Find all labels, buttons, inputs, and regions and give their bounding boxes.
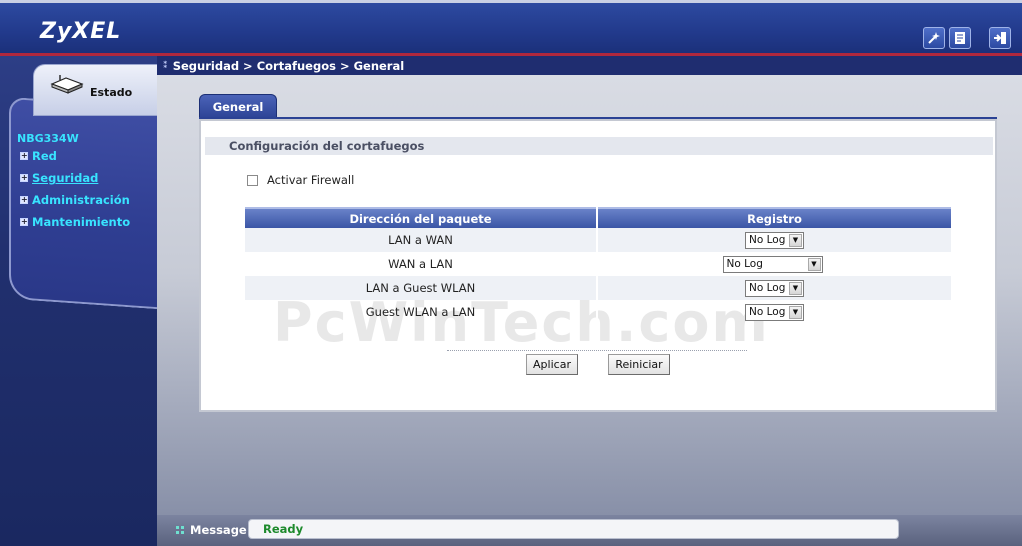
log-select-value: No Log (726, 258, 763, 270)
direction-cell: LAN a Guest WLAN (245, 276, 598, 300)
direction-cell: LAN a WAN (245, 228, 598, 252)
status-bar: Message Ready (157, 515, 1022, 546)
section-title: Configuración del cortafuegos (205, 137, 993, 155)
log-select[interactable]: No Log ▼ (722, 255, 823, 273)
activate-firewall-label[interactable]: Activar Firewall (267, 173, 354, 187)
expand-icon[interactable]: + (20, 152, 28, 160)
reset-button[interactable]: Reiniciar (608, 354, 670, 375)
log-select-value: No Log (749, 282, 786, 294)
sidebar-item-red[interactable]: + Red (20, 149, 57, 163)
table-row: WAN a LAN No Log ▼ (245, 252, 951, 276)
log-select[interactable]: No Log ▼ (745, 231, 804, 249)
table-row: LAN a WAN No Log ▼ (245, 228, 951, 252)
tab-general[interactable]: General (199, 94, 277, 119)
notes-icon[interactable] (949, 27, 971, 49)
sidebar-item-label: Administración (32, 193, 130, 207)
estado-label[interactable]: Estado (90, 86, 132, 99)
expand-icon[interactable]: + (20, 174, 28, 182)
dropdown-arrow-icon[interactable]: ▼ (807, 257, 821, 271)
sidebar-item-mantenimiento[interactable]: + Mantenimiento (20, 215, 130, 229)
sidebar-item-administracion[interactable]: + Administración (20, 193, 130, 207)
breadcrumb-bullet-icon: ⁑ (163, 60, 168, 71)
wizard-icon[interactable] (923, 27, 945, 49)
main-content: General Configuración del cortafuegos Ac… (157, 75, 1022, 515)
dropdown-arrow-icon[interactable]: ▼ (789, 281, 802, 295)
log-select[interactable]: No Log ▼ (745, 279, 804, 297)
top-banner: ZyXEL (0, 0, 1022, 56)
table-row: LAN a Guest WLAN No Log ▼ (245, 276, 951, 300)
dropdown-arrow-icon[interactable]: ▼ (789, 233, 802, 247)
router-icon (50, 74, 84, 99)
sidebar: Estado NBG334W + Red + Seguridad + Admin… (0, 56, 157, 546)
log-cell: No Log ▼ (597, 252, 951, 276)
status-label: Message (190, 523, 247, 537)
apply-button[interactable]: Aplicar (526, 354, 578, 375)
expand-icon[interactable]: + (20, 196, 28, 204)
log-select-value: No Log (749, 234, 786, 246)
breadcrumb-text: Seguridad > Cortafuegos > General (172, 58, 405, 73)
activate-firewall-row[interactable]: Activar Firewall (247, 173, 354, 187)
logout-icon[interactable] (989, 27, 1011, 49)
dropdown-arrow-icon[interactable]: ▼ (789, 305, 802, 319)
firewall-panel: Configuración del cortafuegos Activar Fi… (199, 119, 997, 412)
breadcrumb: ⁑ Seguridad > Cortafuegos > General (157, 56, 1022, 75)
status-grip-icon (176, 525, 185, 538)
status-message: Ready (248, 519, 899, 539)
activate-firewall-checkbox[interactable] (247, 174, 258, 186)
column-header-log: Registro (597, 207, 951, 228)
expand-icon[interactable]: + (20, 218, 28, 226)
column-header-direction: Dirección del paquete (245, 207, 598, 228)
table-row: Guest WLAN a LAN No Log ▼ (245, 300, 951, 324)
device-name: NBG334W (17, 132, 79, 145)
log-cell: No Log ▼ (597, 276, 951, 300)
direction-cell: WAN a LAN (245, 252, 598, 276)
direction-cell: Guest WLAN a LAN (245, 300, 598, 324)
button-divider (447, 350, 747, 351)
sidebar-item-label: Mantenimiento (32, 215, 131, 229)
packet-direction-table: Dirección del paquete Registro LAN a WAN… (245, 207, 951, 324)
log-cell: No Log ▼ (597, 300, 951, 324)
zyxel-logo: ZyXEL (40, 19, 122, 44)
sidebar-item-label: Seguridad (32, 171, 99, 185)
log-select[interactable]: No Log ▼ (745, 303, 804, 321)
sidebar-item-seguridad[interactable]: + Seguridad (20, 171, 98, 185)
log-cell: No Log ▼ (597, 228, 951, 252)
sidebar-item-label: Red (32, 149, 57, 163)
log-select-value: No Log (749, 306, 786, 318)
